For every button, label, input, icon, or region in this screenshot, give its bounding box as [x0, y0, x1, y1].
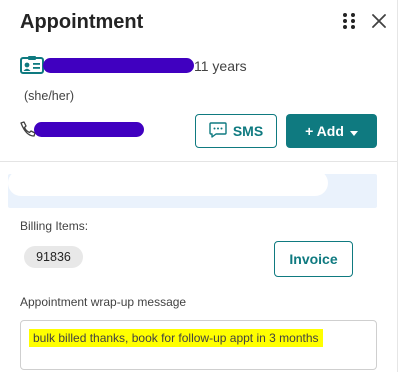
billing-item-chip[interactable]: 91836 [24, 246, 83, 268]
panel-border [397, 0, 398, 372]
billing-items-label: Billing Items: [20, 219, 89, 233]
section-divider [0, 161, 397, 162]
close-icon[interactable] [368, 10, 390, 32]
patient-name-redacted [43, 58, 194, 73]
patient-age: 11 years [194, 58, 247, 74]
appointment-panel: Appointment 11 years (she/her) SMS + Add… [0, 0, 407, 372]
patient-phone-redacted [34, 122, 144, 137]
add-button-label: + Add [305, 123, 344, 139]
add-button[interactable]: + Add [286, 114, 377, 148]
patient-pronouns: (she/her) [24, 89, 75, 103]
wrap-up-message-text: bulk billed thanks, book for follow-up a… [29, 329, 323, 347]
wrap-up-message-label: Appointment wrap-up message [20, 295, 187, 309]
drag-handle-icon[interactable] [338, 10, 360, 32]
banner-redacted-area [8, 170, 328, 196]
wrap-up-message-field[interactable]: bulk billed thanks, book for follow-up a… [20, 320, 377, 370]
page-title: Appointment [20, 11, 144, 33]
sms-button-label: SMS [232, 123, 264, 139]
invoice-button[interactable]: Invoice [274, 241, 353, 277]
sms-button[interactable]: SMS [195, 114, 277, 148]
chat-icon [209, 121, 227, 141]
chevron-down-icon [349, 123, 358, 139]
contact-card-icon [20, 55, 44, 75]
